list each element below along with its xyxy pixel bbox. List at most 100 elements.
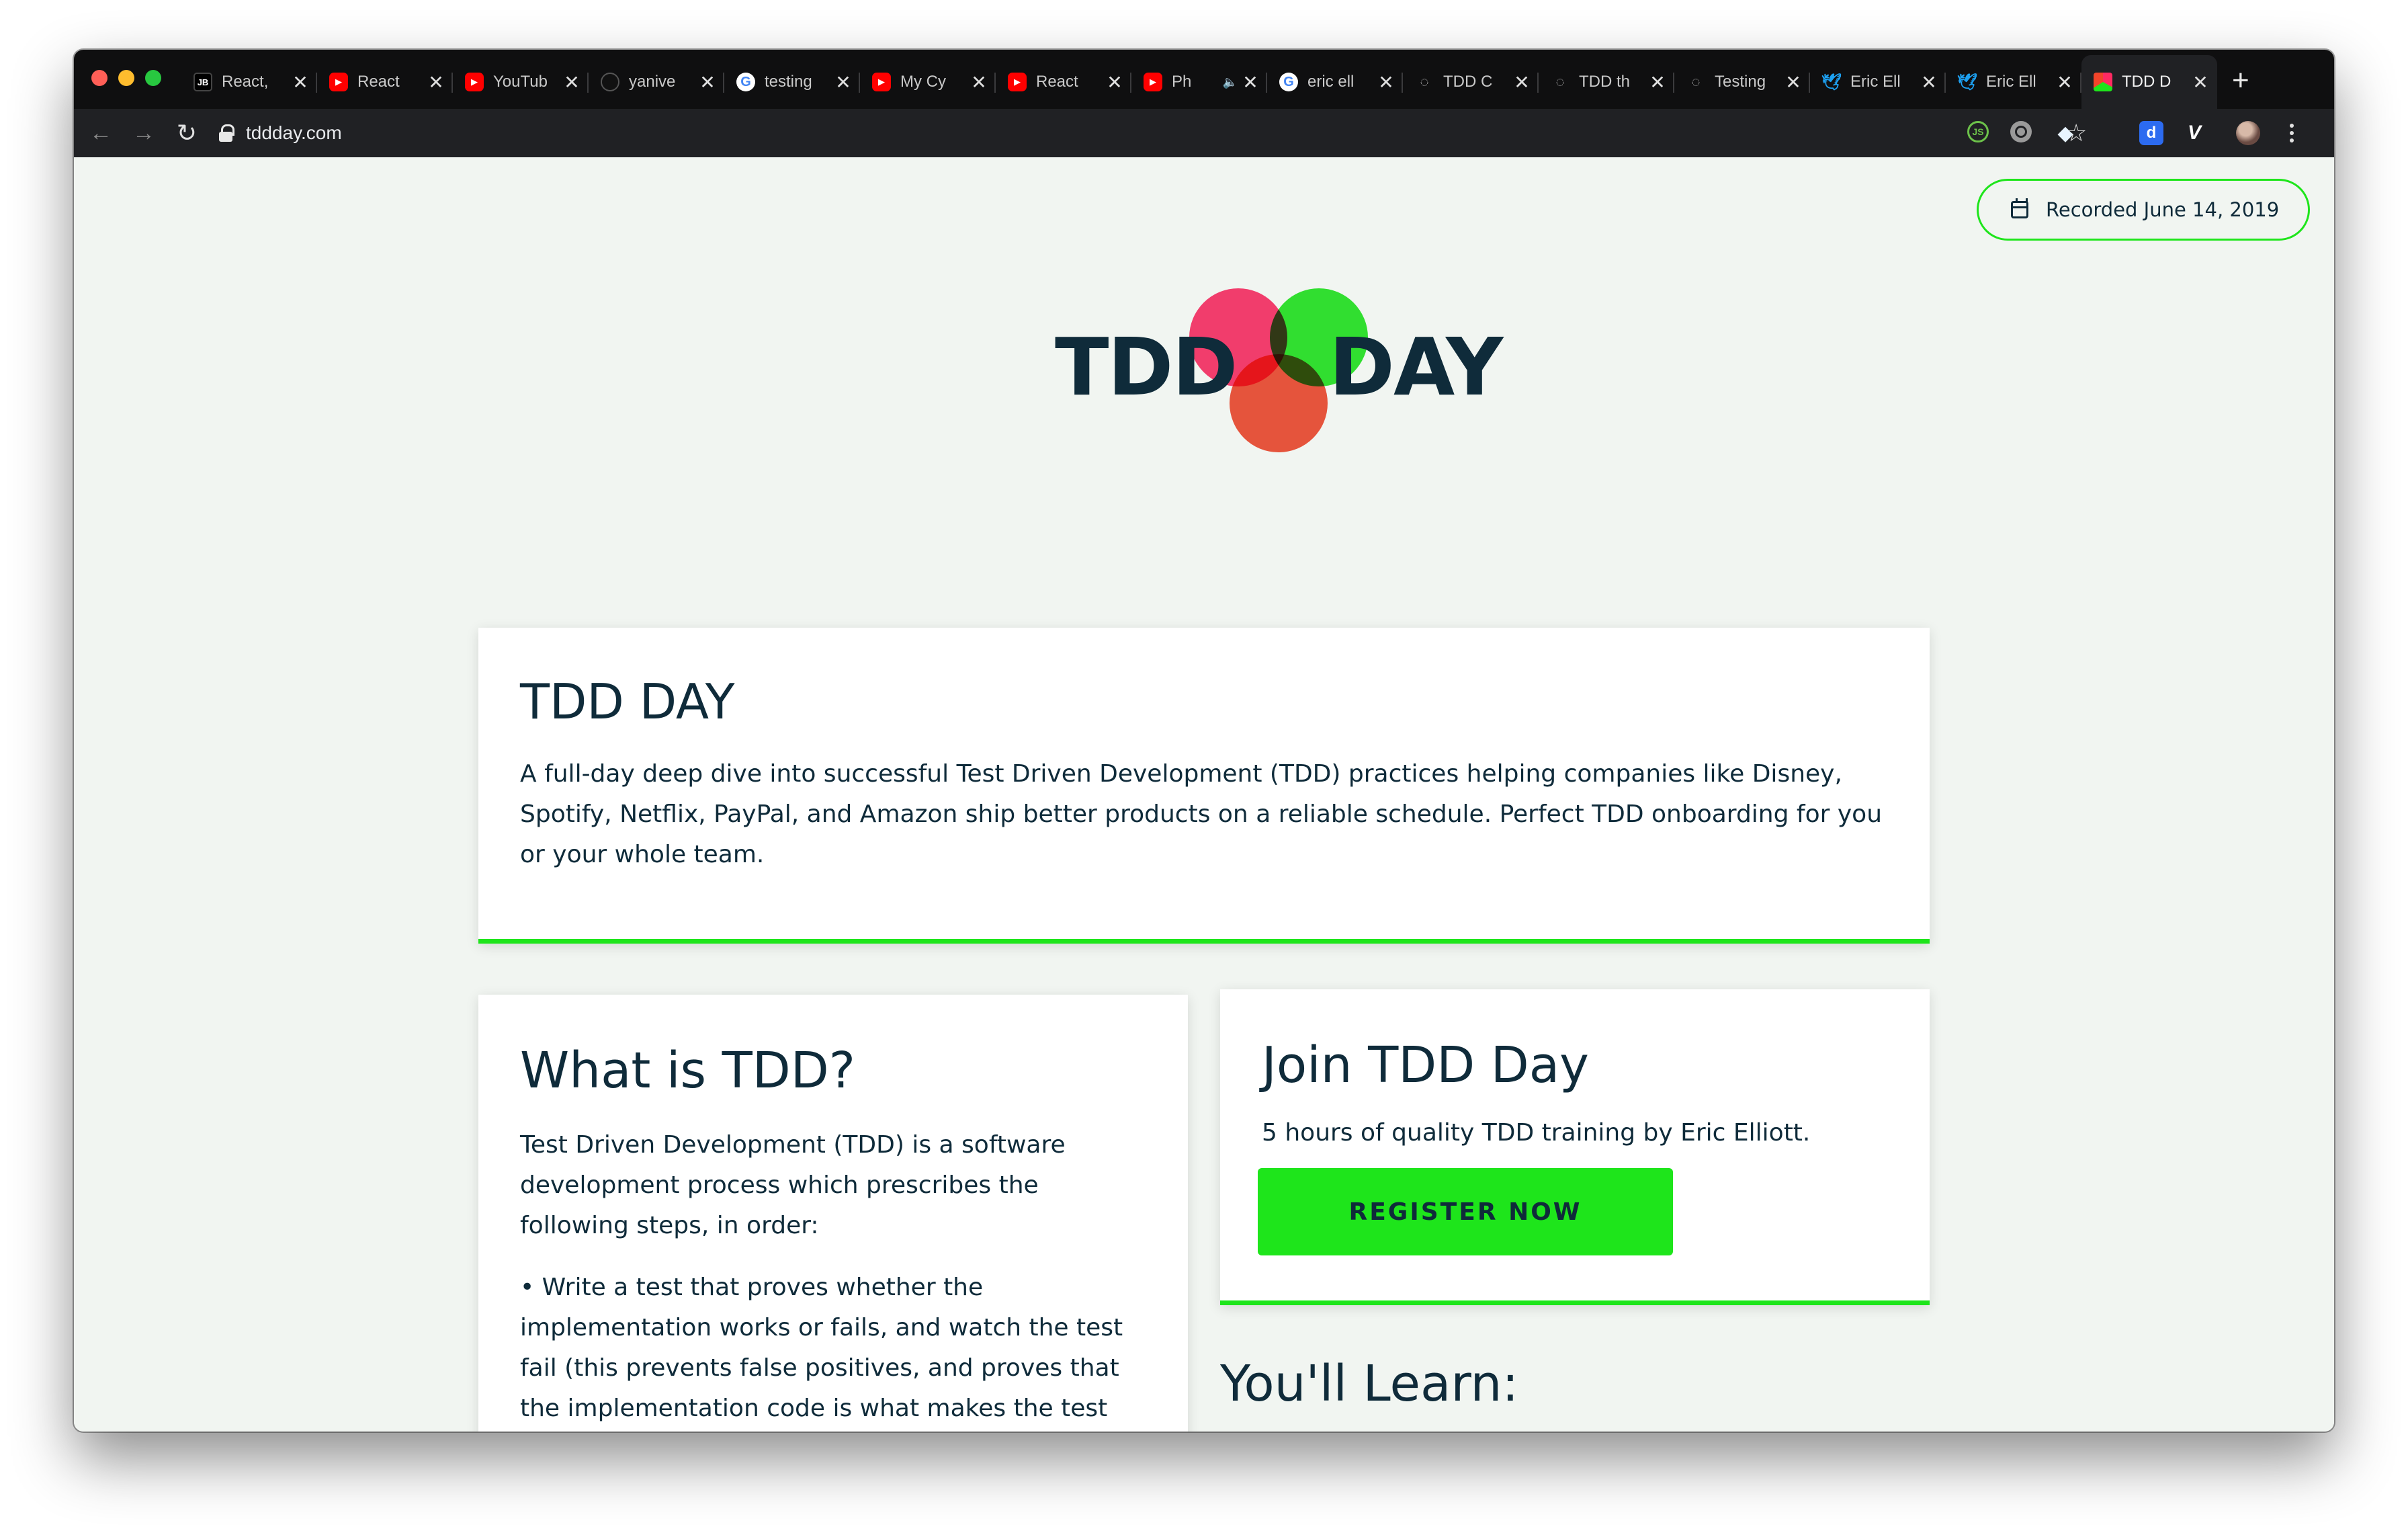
tab-label: My Cy [900, 73, 946, 91]
logo-red-circle [1230, 354, 1328, 452]
tab-active[interactable]: TDD D ✕ [2081, 55, 2217, 109]
tab[interactable]: ▶ Ph 🔈 ✕ [1131, 55, 1267, 109]
tdd-step-1: • Write a test that proves whether the i… [520, 1274, 1123, 1422]
recorded-date-label: Recorded June 14, 2019 [2046, 198, 2280, 221]
register-now-button[interactable]: REGISTER NOW [1258, 1168, 1673, 1255]
tab-close-icon[interactable]: ✕ [2190, 71, 2210, 93]
tab-strip: JB React, ✕ ▶ React ✕ ▶ YouTub ✕ yanive ✕ Gtesting ✕… [74, 50, 2334, 109]
gem-extension-icon[interactable]: ◆ [2053, 121, 2077, 145]
tab[interactable]: Gtesting ✕ [724, 55, 860, 109]
youtube-icon: ▶ [465, 73, 484, 91]
address-bar[interactable]: tddday.com ☆ [218, 114, 2087, 152]
tab-label: React [1036, 73, 1078, 91]
minimize-window-button[interactable] [118, 70, 134, 86]
tab-label: TDD D [2122, 73, 2172, 91]
google-icon: G [736, 73, 755, 91]
tab-list: JB React, ✕ ▶ React ✕ ▶ YouTub ✕ yanive ✕ Gtesting ✕… [181, 55, 2217, 109]
google-icon: G [1279, 73, 1298, 91]
tab[interactable]: Geric ell ✕ [1267, 55, 1403, 109]
tab-label: eric ell [1307, 73, 1354, 91]
tab[interactable]: ▶ React ✕ [317, 55, 453, 109]
tab-close-icon[interactable]: ✕ [1376, 71, 1396, 93]
tab-label: testing [765, 73, 812, 91]
tab-close-icon[interactable]: ✕ [1783, 71, 1803, 93]
tab-label: YouTub [493, 73, 548, 91]
speaker-icon[interactable]: 🔈 [1223, 75, 1238, 89]
tab[interactable]: ▶ My Cy ✕ [860, 55, 996, 109]
join-subtitle: 5 hours of quality TDD training by Eric … [1262, 1119, 1811, 1147]
what-is-tdd-intro: Test Driven Development (TDD) is a softw… [520, 1131, 1066, 1239]
join-card: Join TDD Day 5 hours of quality TDD trai… [1220, 989, 1930, 1305]
tab[interactable]: ◌ TDD C ✕ [1403, 55, 1539, 109]
maximize-window-button[interactable] [145, 70, 161, 86]
tab-label: TDD C [1443, 73, 1493, 91]
logo-word-tdd: TDD [1055, 321, 1238, 413]
tdd-day-logo: TDD DAY [981, 275, 1518, 477]
tab-close-icon[interactable]: ✕ [1512, 71, 1532, 93]
tab-label: yanive [629, 73, 676, 91]
youtube-icon: ▶ [1144, 73, 1162, 91]
tab[interactable]: ▶ YouTub ✕ [453, 55, 589, 109]
loading-icon: ◌ [1555, 73, 1565, 90]
browser-toolbar: ← → ↻ tddday.com ☆ JS ◆ d V [74, 109, 2334, 157]
tab[interactable]: ◌ Testing ✕ [1674, 55, 1810, 109]
v-extension-icon[interactable]: V [2182, 121, 2206, 145]
tab-close-icon[interactable]: ✕ [1240, 71, 1260, 93]
youtube-icon: ▶ [329, 73, 348, 91]
browser-menu-icon[interactable] [2290, 109, 2294, 157]
tdd-day-icon [2094, 73, 2112, 91]
twitter-icon: 🕊 [1821, 73, 1842, 91]
tab-close-icon[interactable]: ✕ [1919, 71, 1939, 93]
what-is-tdd-title: What is TDD? [520, 1042, 856, 1100]
tab-label: Ph [1172, 73, 1192, 91]
tab-close-icon[interactable]: ✕ [833, 71, 853, 93]
tab-close-icon[interactable]: ✕ [697, 71, 718, 93]
intro-description: A full-day deep dive into successful Tes… [520, 760, 1883, 868]
tab[interactable]: JB React, ✕ [181, 55, 317, 109]
tab[interactable]: ◌ TDD th ✕ [1539, 55, 1674, 109]
window-controls [91, 70, 161, 86]
loading-icon: ◌ [1420, 73, 1429, 90]
logo-word-day: DAY [1329, 321, 1503, 413]
youtube-icon: ▶ [1008, 73, 1027, 91]
github-icon [601, 73, 619, 91]
tab[interactable]: 🕊 Eric Ell ✕ [1810, 55, 1946, 109]
back-button[interactable]: ← [79, 120, 122, 147]
tab-label: React [357, 73, 400, 91]
tab-label: Testing [1715, 73, 1766, 91]
browser-window: JB React, ✕ ▶ React ✕ ▶ YouTub ✕ yanive ✕ Gtesting ✕… [74, 50, 2334, 1432]
nodejs-extension-icon[interactable]: JS [1967, 121, 1989, 142]
what-is-tdd-card: What is TDD? Test Driven Development (TD… [478, 995, 1188, 1432]
url-text[interactable]: tddday.com [246, 122, 342, 144]
tab-label: Eric Ell [1986, 73, 2036, 91]
tab[interactable]: 🕊 Eric Ell ✕ [1946, 55, 2081, 109]
lock-icon[interactable] [218, 123, 234, 143]
youtube-icon: ▶ [872, 73, 891, 91]
tab-close-icon[interactable]: ✕ [1647, 71, 1668, 93]
tab-close-icon[interactable]: ✕ [2055, 71, 2075, 93]
tab-label: TDD th [1579, 73, 1631, 91]
d-extension-icon[interactable]: d [2139, 121, 2163, 145]
tab-close-icon[interactable]: ✕ [1105, 71, 1125, 93]
forward-button[interactable]: → [122, 120, 165, 147]
jetbrains-icon: JB [194, 73, 212, 91]
tab[interactable]: yanive ✕ [589, 55, 724, 109]
join-title: Join TDD Day [1262, 1036, 1589, 1094]
profile-avatar[interactable] [2236, 121, 2260, 145]
twitter-icon: 🕊 [1956, 73, 1978, 91]
tab-close-icon[interactable]: ✕ [969, 71, 989, 93]
circle-extension-icon[interactable] [2010, 121, 2032, 142]
tab-close-icon[interactable]: ✕ [426, 71, 446, 93]
reload-button[interactable]: ↻ [165, 119, 208, 147]
tab-close-icon[interactable]: ✕ [290, 71, 310, 93]
intro-title: TDD DAY [520, 673, 735, 730]
calendar-icon [2011, 198, 2028, 218]
tab[interactable]: ▶ React ✕ [996, 55, 1131, 109]
new-tab-button[interactable]: + [2232, 60, 2249, 101]
youll-learn-heading: You'll Learn: [1220, 1355, 1519, 1413]
recorded-date-badge[interactable]: Recorded June 14, 2019 [1977, 179, 2310, 241]
close-window-button[interactable] [91, 70, 108, 86]
web-page: Recorded June 14, 2019 TDD DAY TDD DAY A… [74, 157, 2334, 1432]
tab-close-icon[interactable]: ✕ [562, 71, 582, 93]
intro-card: TDD DAY A full-day deep dive into succes… [478, 628, 1930, 944]
